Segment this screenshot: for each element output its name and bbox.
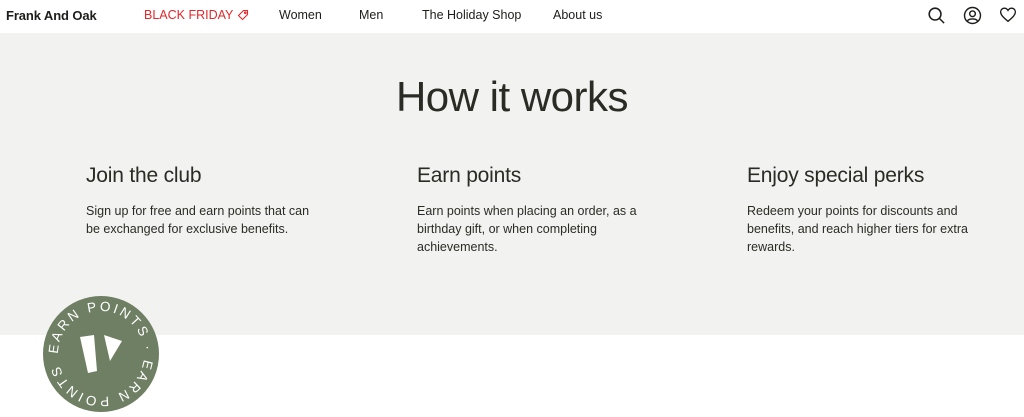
step-title: Earn points <box>417 164 522 187</box>
step-description: Redeem your points for discounts and ben… <box>747 204 968 254</box>
account-icon[interactable] <box>962 5 982 25</box>
nav-about-us[interactable]: About us <box>553 8 602 22</box>
search-icon[interactable] <box>926 5 946 25</box>
how-it-works-section: How it works Join the club Sign up for f… <box>0 33 1024 335</box>
nav-holiday-shop[interactable]: The Holiday Shop <box>422 8 521 22</box>
earn-points-badge: EARN POINTS · EARN POINTS · <box>42 295 159 412</box>
step-description: Sign up for free and earn points that ca… <box>86 204 310 236</box>
nav-black-friday[interactable]: BLACK FRIDAY <box>144 8 249 22</box>
nav-black-friday-label: BLACK FRIDAY <box>144 8 234 22</box>
step-join-the-club: Join the club Sign up for free and earn … <box>86 164 316 238</box>
section-title: How it works <box>395 73 629 120</box>
nav-men[interactable]: Men <box>359 8 383 22</box>
heart-icon[interactable] <box>998 5 1018 25</box>
step-enjoy-perks: Enjoy special perks Redeem your points f… <box>747 164 977 256</box>
step-title: Enjoy special perks <box>747 164 925 187</box>
step-description: Earn points when placing an order, as a … <box>417 204 637 254</box>
top-nav: Frank And Oak BLACK FRIDAY Women Men The… <box>0 0 1024 33</box>
nav-women[interactable]: Women <box>279 8 322 22</box>
tag-icon <box>238 9 249 21</box>
step-earn-points: Earn points Earn points when placing an … <box>417 164 647 256</box>
step-title: Join the club <box>86 164 202 187</box>
brand-logo[interactable]: Frank And Oak <box>6 8 97 23</box>
nav-icon-group <box>926 5 1018 25</box>
